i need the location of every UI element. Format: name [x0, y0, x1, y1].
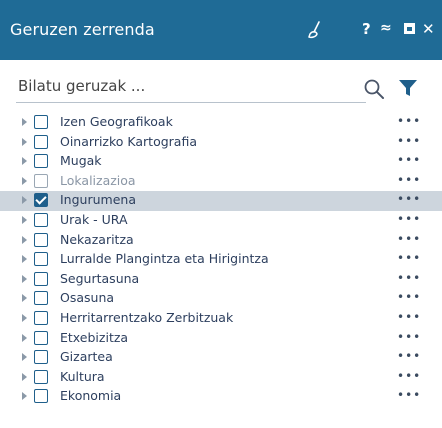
- layer-row[interactable]: Lokalizazioa •••: [0, 172, 442, 192]
- search-input[interactable]: [16, 72, 370, 100]
- layer-checkbox[interactable]: [34, 115, 48, 129]
- layer-label: Ingurumena: [60, 192, 136, 208]
- layer-row[interactable]: Herritarrentzako Zerbitzuak •••: [0, 309, 442, 329]
- expand-arrow-icon[interactable]: [22, 137, 27, 146]
- more-options-icon[interactable]: •••: [397, 134, 421, 148]
- search-field: [16, 72, 370, 103]
- layer-checkbox[interactable]: [34, 232, 48, 247]
- layer-label: Gizartea: [60, 349, 113, 365]
- more-options-icon[interactable]: •••: [397, 192, 421, 206]
- expand-arrow-icon[interactable]: [22, 157, 27, 166]
- layer-row[interactable]: Urak - URA •••: [0, 211, 442, 231]
- expand-arrow-icon[interactable]: [22, 392, 27, 401]
- layer-row[interactable]: Osasuna •••: [0, 289, 442, 309]
- layer-label: Mugak: [60, 153, 102, 169]
- layer-label: Ekonomia: [60, 388, 122, 404]
- expand-arrow-icon[interactable]: [22, 215, 27, 224]
- layer-list: Izen Geografikoak ••• Oinarrizko Kartograf…: [0, 113, 442, 407]
- layer-row[interactable]: Nekazaritza •••: [0, 231, 442, 251]
- brush-icon[interactable]: [305, 19, 327, 41]
- layer-row[interactable]: Segurtasuna •••: [0, 270, 442, 290]
- expand-arrow-icon[interactable]: [22, 274, 27, 283]
- layer-checkbox[interactable]: [34, 350, 48, 365]
- close-icon[interactable]: ✕: [422, 20, 435, 38]
- layer-checkbox[interactable]: [34, 212, 48, 227]
- layer-label: Izen Geografikoak: [60, 114, 173, 129]
- layer-checkbox[interactable]: [34, 310, 48, 325]
- layer-label: Lokalizazioa: [60, 172, 136, 188]
- layer-label: Kultura: [60, 368, 105, 384]
- layer-checkbox[interactable]: [34, 389, 48, 404]
- layer-checkbox[interactable]: [34, 330, 48, 345]
- layer-label: Osasuna: [60, 290, 115, 306]
- expand-arrow-icon[interactable]: [22, 313, 27, 322]
- layer-label: Herritarrentzako Zerbitzuak: [60, 309, 234, 325]
- expand-arrow-icon[interactable]: [22, 255, 27, 264]
- expand-arrow-icon[interactable]: [22, 353, 27, 362]
- layer-row[interactable]: Izen Geografikoak •••: [0, 113, 442, 133]
- more-options-icon[interactable]: •••: [397, 114, 421, 128]
- more-options-icon[interactable]: •••: [397, 212, 421, 226]
- more-options-icon[interactable]: •••: [397, 251, 421, 265]
- expand-arrow-icon[interactable]: [22, 333, 27, 342]
- maximize-icon[interactable]: [404, 23, 415, 34]
- help-icon[interactable]: ?: [362, 20, 371, 38]
- layer-row[interactable]: Gizartea •••: [0, 348, 442, 368]
- layer-list-panel: Geruzen zerrenda ? ≈ ✕ Izen Geografikoak…: [0, 0, 442, 428]
- expand-arrow-icon[interactable]: [22, 235, 27, 244]
- more-options-icon[interactable]: •••: [397, 271, 421, 285]
- expand-arrow-icon[interactable]: [22, 372, 27, 381]
- more-options-icon[interactable]: •••: [397, 153, 421, 167]
- layer-row[interactable]: Kultura •••: [0, 368, 442, 388]
- layer-checkbox[interactable]: [34, 154, 48, 169]
- panel-header: Geruzen zerrenda ? ≈ ✕: [0, 0, 442, 60]
- layer-row[interactable]: Ekonomia •••: [0, 387, 442, 407]
- more-options-icon[interactable]: •••: [397, 290, 421, 304]
- expand-arrow-icon[interactable]: [22, 176, 27, 185]
- layer-checkbox[interactable]: [34, 291, 48, 306]
- layer-row[interactable]: Lurralde Plangintza eta Hirigintza •••: [0, 250, 442, 270]
- panel-title: Geruzen zerrenda: [10, 20, 155, 39]
- expand-arrow-icon[interactable]: [22, 294, 27, 303]
- layer-checkbox[interactable]: [34, 134, 48, 149]
- more-options-icon[interactable]: •••: [397, 369, 421, 383]
- collapse-icon[interactable]: ≈: [380, 19, 392, 37]
- layer-row[interactable]: Etxebizitza •••: [0, 329, 442, 349]
- layer-checkbox[interactable]: [34, 369, 48, 384]
- more-options-icon[interactable]: •••: [397, 349, 421, 363]
- filter-icon[interactable]: [398, 78, 418, 98]
- expand-arrow-icon[interactable]: [22, 196, 27, 205]
- more-options-icon[interactable]: •••: [397, 330, 421, 344]
- layer-label: Nekazaritza: [60, 231, 134, 247]
- more-options-icon[interactable]: •••: [397, 388, 421, 402]
- layer-row[interactable]: Oinarrizko Kartografia •••: [0, 133, 442, 153]
- expand-arrow-icon[interactable]: [22, 118, 27, 126]
- more-options-icon[interactable]: •••: [397, 173, 421, 187]
- layer-checkbox[interactable]: [34, 271, 48, 286]
- layer-checkbox[interactable]: [34, 173, 48, 188]
- layer-label: Urak - URA: [60, 211, 128, 227]
- layer-row[interactable]: Ingurumena •••: [0, 191, 442, 211]
- layer-row[interactable]: Mugak •••: [0, 152, 442, 172]
- layer-checkbox[interactable]: [34, 193, 48, 208]
- layer-label: Etxebizitza: [60, 329, 129, 345]
- more-options-icon[interactable]: •••: [397, 310, 421, 324]
- layer-label: Segurtasuna: [60, 270, 140, 286]
- layer-label: Oinarrizko Kartografia: [60, 133, 197, 149]
- search-icon[interactable]: [363, 78, 385, 100]
- more-options-icon[interactable]: •••: [397, 232, 421, 246]
- layer-label: Lurralde Plangintza eta Hirigintza: [60, 251, 269, 267]
- layer-checkbox[interactable]: [34, 252, 48, 267]
